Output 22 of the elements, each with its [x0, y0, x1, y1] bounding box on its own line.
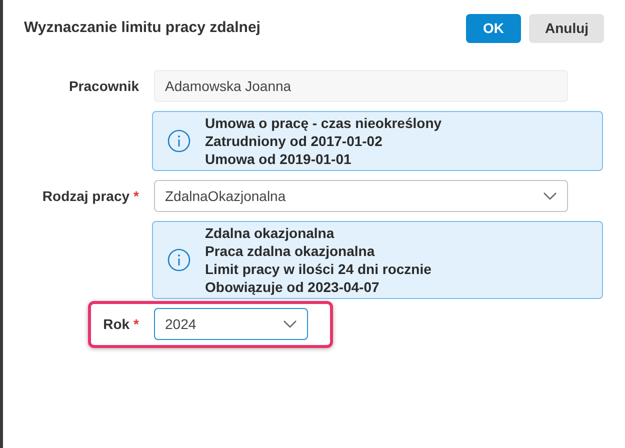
chevron-down-icon	[543, 192, 557, 200]
info-line: Umowa od 2019-01-01	[205, 150, 352, 168]
required-mark: *	[134, 186, 139, 206]
info-line: Obowiązuje od 2023-04-07	[205, 278, 380, 296]
info-line: Praca zdalna okazjonalna	[205, 242, 376, 260]
dialog-title: Wyznaczanie limitu pracy zdalnej	[24, 18, 262, 38]
field-label: Pracownik	[68, 76, 139, 96]
info-line: Zdalna okazjonalna	[205, 224, 336, 242]
info-icon	[167, 129, 191, 153]
select-field[interactable]: ZdalnaOkazjonalna	[154, 180, 568, 212]
info-line: Limit pracy w ilości 24 dni rocznie	[205, 260, 432, 278]
select-field[interactable]: 2024	[154, 308, 308, 340]
ok-button[interactable]: OK	[466, 14, 521, 42]
cancel-button[interactable]: Anuluj	[529, 14, 604, 42]
info-line: Zatrudniony od 2017-01-02	[205, 132, 384, 150]
required-mark: *	[134, 314, 139, 334]
chevron-down-icon	[283, 320, 297, 328]
field-label: Rok	[103, 314, 130, 334]
info-icon	[167, 248, 191, 272]
field-label: Rodzaj pracy	[42, 186, 130, 206]
input-field[interactable]: Adamowska Joanna	[154, 70, 568, 102]
info-line: Umowa o pracę - czas nieokreślony	[205, 114, 442, 132]
